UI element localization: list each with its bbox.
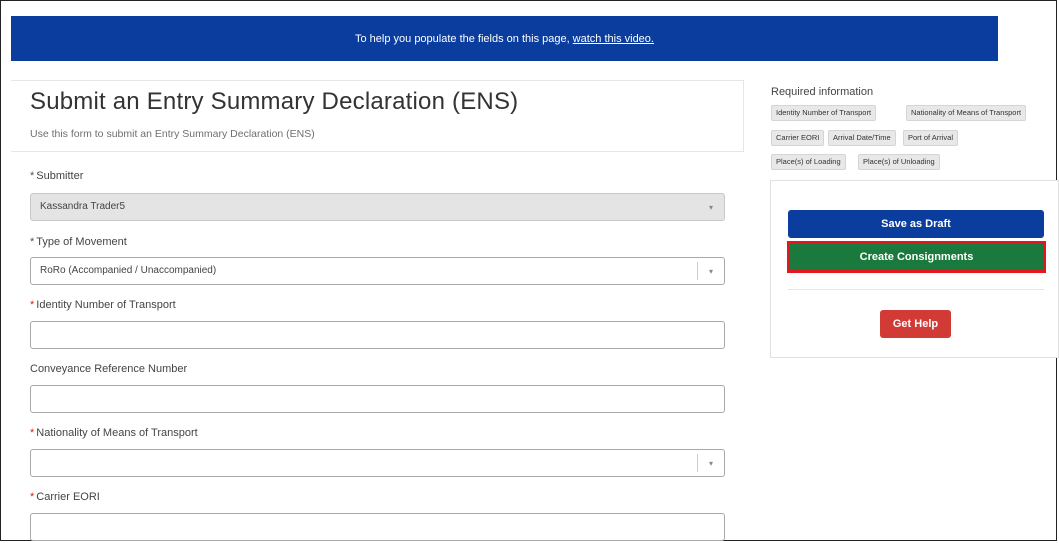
submitter-select: Kassandra Trader5 ▾ xyxy=(30,193,725,221)
required-asterisk: * xyxy=(30,170,35,182)
submitter-value: Kassandra Trader5 xyxy=(40,201,126,212)
page-title: Submit an Entry Summary Declaration (ENS… xyxy=(30,88,519,115)
submitter-label: * Submitter xyxy=(30,170,84,182)
identity-number-label: * Identity Number of Transport xyxy=(30,299,176,311)
required-tag: Port of Arrival xyxy=(903,130,959,146)
required-asterisk: * xyxy=(30,491,35,503)
identity-number-input[interactable] xyxy=(30,321,725,349)
watch-video-link[interactable]: watch this video. xyxy=(573,33,654,45)
required-tag: Place(s) of Loading xyxy=(771,154,846,170)
required-information-title: Required information xyxy=(771,86,874,98)
required-asterisk: * xyxy=(30,236,35,248)
chevron-down-icon[interactable]: ▾ xyxy=(697,454,724,472)
get-help-button[interactable]: Get Help xyxy=(880,310,951,338)
banner-text: To help you populate the fields on this … xyxy=(355,32,570,45)
required-tag: Place(s) of Unloading xyxy=(858,154,940,170)
chevron-down-icon: ▾ xyxy=(708,202,713,212)
carrier-eori-label: * Carrier EORI xyxy=(30,491,100,503)
required-asterisk: * xyxy=(30,299,35,311)
required-tag: Identity Number of Transport xyxy=(771,105,877,121)
type-of-movement-value: RoRo (Accompanied / Unaccompanied) xyxy=(40,265,217,276)
required-tag: Nationality of Means of Transport xyxy=(906,105,1027,121)
carrier-eori-input[interactable] xyxy=(30,513,725,541)
conveyance-reference-label: Conveyance Reference Number xyxy=(30,363,188,375)
create-consignments-button[interactable]: Create Consignments xyxy=(787,241,1046,273)
page-subtitle: Use this form to submit an Entry Summary… xyxy=(30,128,315,140)
conveyance-reference-input[interactable] xyxy=(30,385,725,413)
chevron-down-icon[interactable]: ▾ xyxy=(697,262,724,280)
type-of-movement-label: * Type of Movement xyxy=(30,236,127,248)
panel-divider xyxy=(788,289,1044,290)
help-banner: To help you populate the fields on this … xyxy=(11,16,998,61)
save-as-draft-button[interactable]: Save as Draft xyxy=(788,210,1044,238)
required-asterisk: * xyxy=(30,427,35,439)
required-tag: Carrier EORI xyxy=(771,130,825,146)
nationality-select[interactable]: ▾ xyxy=(30,449,725,477)
type-of-movement-select[interactable]: RoRo (Accompanied / Unaccompanied) ▾ xyxy=(30,257,725,285)
nationality-label: * Nationality of Means of Transport xyxy=(30,427,198,439)
required-tag: Arrival Date/Time xyxy=(828,130,896,146)
